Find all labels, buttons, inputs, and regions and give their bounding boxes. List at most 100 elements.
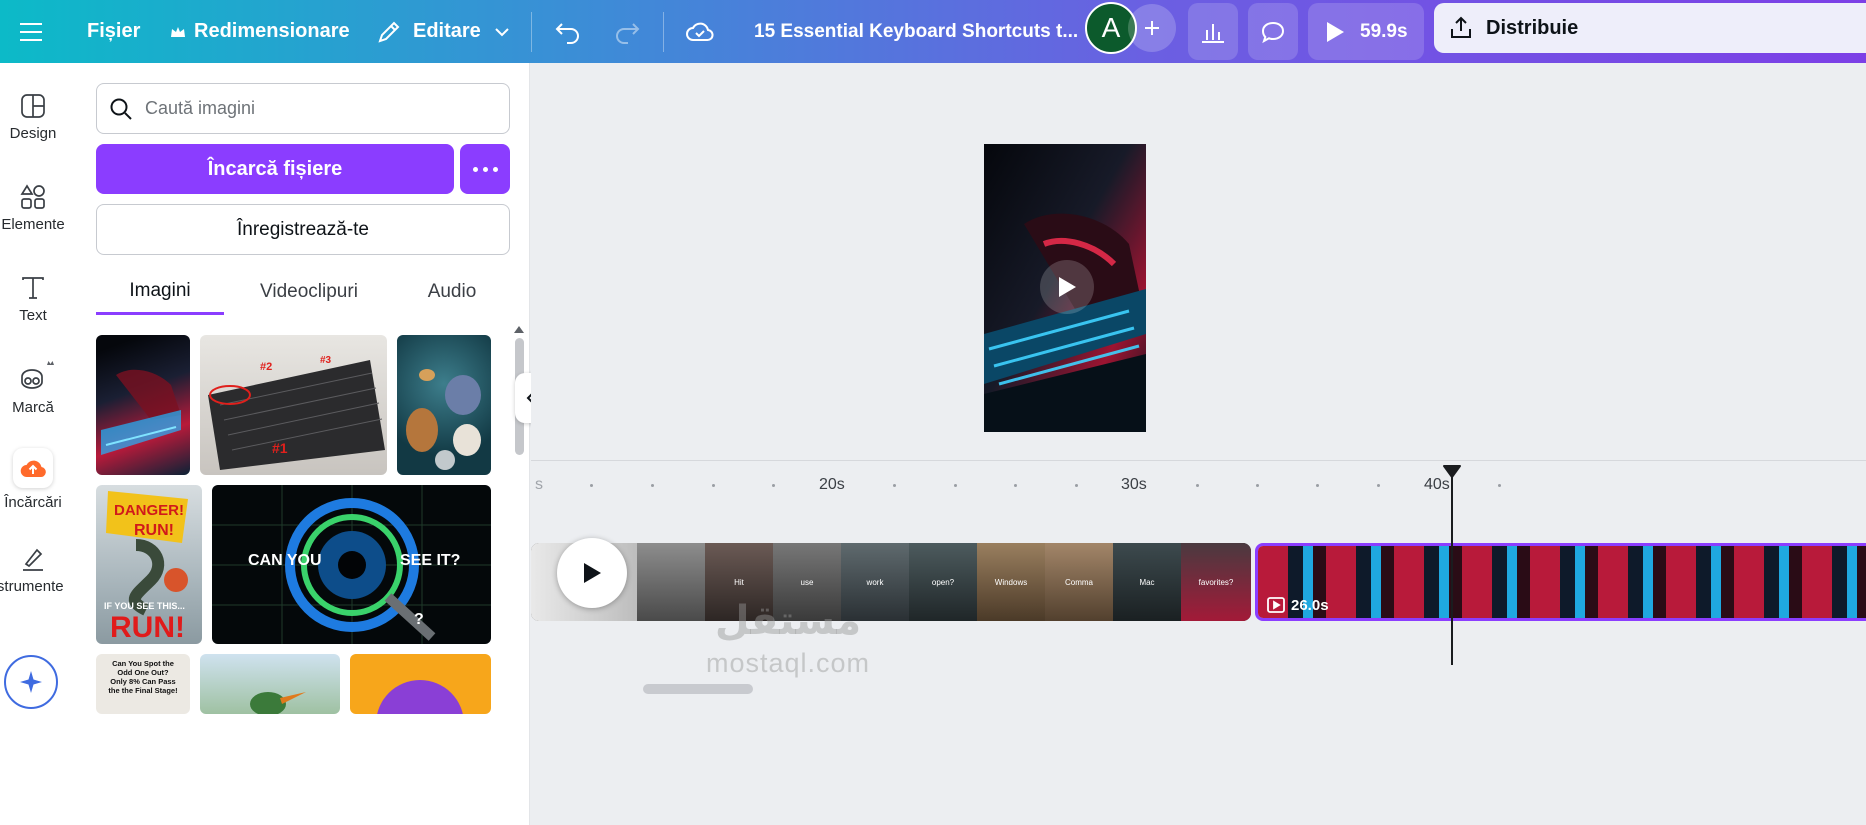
playhead[interactable] bbox=[1451, 475, 1453, 665]
timeline-clip-1[interactable]: Hit use work open? Windows Comma Mac fav… bbox=[531, 543, 1251, 621]
play-icon bbox=[1059, 277, 1076, 297]
clip-caption: Windows bbox=[994, 578, 1028, 587]
image-thumb-animals[interactable] bbox=[397, 335, 491, 475]
clip-frame-strip bbox=[1258, 546, 1866, 618]
image-thumb-purple-circle[interactable] bbox=[350, 654, 491, 714]
watermark: مستقل mostaql.com bbox=[688, 598, 888, 679]
upload-cloud-icon bbox=[20, 460, 46, 478]
rail-label-uploads: Încărcări bbox=[4, 494, 62, 511]
watermark-arabic: مستقل bbox=[714, 598, 862, 644]
keyboard-label-2: #2 bbox=[260, 361, 272, 373]
tab-images[interactable]: Imagini bbox=[96, 269, 224, 315]
add-collaborator-button[interactable] bbox=[1128, 4, 1176, 52]
resize-button[interactable]: Redimensionare bbox=[170, 0, 350, 63]
cloud-check-icon bbox=[686, 22, 714, 41]
canvas-area bbox=[531, 63, 1866, 461]
clip-frame: Mac bbox=[1113, 543, 1181, 621]
toolbar-divider bbox=[663, 12, 664, 52]
rail-item-brand[interactable]: Marcă bbox=[0, 359, 66, 416]
image-thumb-keyboard-hand[interactable] bbox=[96, 335, 190, 475]
odd-text-3: Only 8% Can Pass bbox=[110, 677, 175, 686]
record-yourself-button[interactable]: Înregistrează-te bbox=[96, 204, 510, 255]
record-yourself-label: Înregistrează-te bbox=[236, 218, 369, 240]
video-clip-icon bbox=[1267, 597, 1285, 613]
ruler-label-30s: 30s bbox=[1121, 476, 1147, 493]
clip-frame: open? bbox=[909, 543, 977, 621]
odd-text-4: the the Final Stage! bbox=[108, 686, 177, 695]
play-icon bbox=[584, 563, 601, 583]
clip-frame: Comma bbox=[1045, 543, 1113, 621]
document-title-text: 15 Essential Keyboard Shortcuts t... bbox=[754, 20, 1079, 42]
share-button[interactable]: Distribuie bbox=[1434, 3, 1866, 53]
rail-label-tools: Instrumente bbox=[0, 578, 64, 595]
rail-item-text[interactable]: Text bbox=[0, 275, 66, 324]
canvas-play-button[interactable] bbox=[1040, 260, 1094, 314]
rail-item-tools[interactable]: Instrumente bbox=[0, 546, 66, 595]
redo-button[interactable] bbox=[613, 0, 641, 63]
toolbar-divider bbox=[531, 12, 532, 52]
tools-icon bbox=[23, 548, 43, 571]
search-box[interactable] bbox=[96, 83, 510, 134]
magic-ai-button[interactable] bbox=[4, 655, 58, 709]
odd-one-out-image: Can You Spot the Odd One Out? Only 8% Ca… bbox=[108, 659, 177, 695]
undo-button[interactable] bbox=[554, 0, 582, 63]
insights-button[interactable] bbox=[1188, 3, 1238, 60]
image-thumb-can-you-see-it[interactable]: CAN YOU SEE IT? ? bbox=[212, 485, 491, 644]
play-preview-button[interactable]: 59.9s bbox=[1308, 3, 1424, 60]
hamburger-menu-button[interactable] bbox=[18, 0, 44, 63]
clip-frame: favorites? bbox=[1181, 543, 1251, 621]
ruler-tick bbox=[893, 484, 896, 487]
undo-icon bbox=[555, 22, 579, 44]
tab-audio[interactable]: Audio bbox=[406, 269, 498, 315]
upload-files-button[interactable]: Încarcă fișiere bbox=[96, 144, 454, 194]
rail-item-design[interactable]: Design bbox=[0, 93, 66, 142]
cloud-save-status[interactable] bbox=[685, 0, 715, 63]
rail-item-elements[interactable]: Elemente bbox=[0, 184, 66, 233]
rail-item-uploads[interactable]: Încărcări bbox=[0, 448, 66, 511]
hamburger-icon bbox=[20, 22, 42, 41]
danger-run-text: RUN! bbox=[134, 522, 174, 539]
clip-frame: Windows bbox=[977, 543, 1045, 621]
danger-run-big-text: RUN! bbox=[110, 611, 185, 644]
timeline-clip-2-selected[interactable] bbox=[1255, 543, 1866, 621]
clip-caption: work bbox=[866, 578, 884, 587]
text-icon bbox=[22, 277, 44, 299]
tab-audio-label: Audio bbox=[427, 281, 477, 302]
image-thumb-bird[interactable] bbox=[200, 654, 340, 714]
plus-icon bbox=[1145, 21, 1159, 35]
search-input[interactable] bbox=[145, 98, 485, 119]
ruler-tick bbox=[1498, 484, 1501, 487]
image-thumb-keyboard-numbers[interactable]: #2 #3 #1 bbox=[200, 335, 387, 475]
keyboard-label-1: #1 bbox=[272, 440, 288, 456]
tab-videos-label: Videoclipuri bbox=[260, 281, 358, 302]
image-thumb-danger-run[interactable]: DANGER! RUN! IF YOU SEE THIS... RUN! bbox=[96, 485, 202, 644]
bird-image bbox=[250, 692, 306, 714]
danger-if-text: IF YOU SEE THIS... bbox=[104, 601, 185, 611]
question-mark-text: ? bbox=[414, 611, 424, 628]
clip-caption: use bbox=[800, 578, 814, 587]
image-thumb-odd-one-out[interactable]: Can You Spot the Odd One Out? Only 8% Ca… bbox=[96, 654, 190, 714]
edit-mode-button[interactable]: Editare bbox=[376, 0, 511, 63]
file-menu-button[interactable]: Fișier bbox=[87, 0, 140, 63]
document-title[interactable]: 15 Essential Keyboard Shortcuts t... bbox=[754, 0, 1078, 63]
timeline-scrollbar[interactable] bbox=[643, 684, 753, 694]
tab-videos[interactable]: Videoclipuri bbox=[236, 269, 382, 315]
comment-icon bbox=[1261, 21, 1285, 43]
resize-label: Redimensionare bbox=[194, 20, 350, 42]
brand-icon bbox=[21, 361, 54, 389]
ruler-tick bbox=[954, 484, 957, 487]
keyboard-label-3: #3 bbox=[320, 355, 332, 366]
clip-caption: favorites? bbox=[1198, 578, 1234, 587]
comments-button[interactable] bbox=[1248, 3, 1298, 60]
scroll-up-arrow-icon[interactable] bbox=[513, 324, 525, 334]
timeline-play-button[interactable] bbox=[557, 538, 627, 608]
rail-label-text: Text bbox=[19, 307, 47, 324]
clip-duration-badge: 26.0s bbox=[1267, 593, 1329, 617]
clip-duration-text: 26.0s bbox=[1291, 596, 1329, 614]
uploads-panel: Încarcă fișiere Înregistrează-te Imagini… bbox=[66, 63, 530, 825]
shapes-icon bbox=[20, 184, 45, 209]
more-dot bbox=[482, 166, 488, 172]
keyboard-photo-image: #2 #3 #1 bbox=[208, 355, 385, 470]
ruler-tick bbox=[1316, 484, 1319, 487]
more-options-button[interactable] bbox=[460, 144, 510, 194]
